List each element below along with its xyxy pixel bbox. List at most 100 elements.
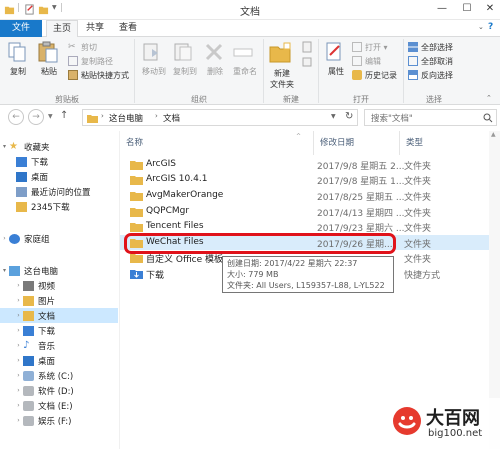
chevron-right-icon[interactable]: › [14,357,23,364]
rename-button[interactable]: 重命名 [231,41,259,77]
refresh-icon[interactable]: ↻ [345,111,353,122]
open-button[interactable]: 打开 ▾ [352,41,397,53]
nav-fav-recent[interactable]: 最近访问的位置 [0,184,118,199]
file-row[interactable]: ArcGIS 2017/9/8 星期五 2... 文件夹 [120,157,490,172]
desktop-icon [23,355,34,366]
chevron-right-icon[interactable]: › [14,387,23,394]
column-header-name[interactable]: 名称 [120,131,314,155]
minimize-button[interactable]: — [430,0,454,18]
cut-button[interactable]: ✂ 剪切 [68,41,129,53]
forward-button[interactable]: → [28,109,44,125]
nav-pc-videos[interactable]: › 视频 [0,278,118,293]
nav-pc-drive-c[interactable]: › 系统 (C:) [0,368,118,383]
tab-view[interactable]: 查看 [112,20,144,37]
close-button[interactable]: ✕ [478,0,500,18]
select-none-button[interactable]: 全部取消 [408,55,453,67]
open-label: 打开 ▾ [365,42,388,52]
invert-selection-label: 反向选择 [421,70,453,80]
column-header-date[interactable]: 修改日期 [314,131,400,155]
breadcrumb-documents[interactable]: 文档 [163,112,180,124]
chevron-right-icon[interactable]: › [14,372,23,379]
copy-path-button[interactable]: 复制路径 [68,55,129,67]
paste-shortcut-button[interactable]: 粘贴快捷方式 [68,69,129,81]
tab-file[interactable]: 文件 [0,20,42,37]
move-to-button[interactable]: 移动到 [140,41,168,77]
file-row[interactable]: QQPCMgr 2017/4/13 星期四 ... 文件夹 [120,204,490,219]
breadcrumb-chevron-icon[interactable]: › [155,112,158,120]
help-icon[interactable]: ? [488,22,493,32]
chevron-right-icon[interactable]: › [14,342,23,349]
tab-home[interactable]: 主页 [46,20,78,38]
watermark-brand: 大百网 [426,408,480,429]
search-box[interactable]: 搜索"文档" [364,109,497,126]
address-bar[interactable]: › 这台电脑 › 文档 ▼ ↻ [82,109,358,126]
tooltip-size: 大小: 779 MB [227,270,279,279]
select-all-label: 全部选择 [421,42,453,52]
properties-button[interactable]: 属性 [322,41,350,77]
nav-pc-pictures[interactable]: › 图片 [0,293,118,308]
nav-pc-drive-d[interactable]: › 软件 (D:) [0,383,118,398]
recent-locations-icon[interactable]: ▼ [48,113,53,120]
address-dropdown-icon[interactable]: ▼ [331,113,336,120]
chevron-down-icon[interactable]: ▾ [0,143,9,150]
chevron-right-icon[interactable]: › [0,235,9,242]
back-button[interactable]: ← [8,109,24,125]
nav-pc-music[interactable]: › ♪ 音乐 [0,338,118,353]
easy-access-icon [302,57,312,67]
videos-icon [23,280,34,291]
file-row[interactable]: Tencent Files 2017/9/23 星期六 ... 文件夹 [120,219,490,234]
chevron-right-icon[interactable]: › [14,312,23,319]
nav-pc-music-label: 音乐 [38,341,56,352]
search-icon [483,113,493,123]
edit-button[interactable]: 编辑 [352,55,397,67]
select-none-icon [408,56,418,66]
nav-this-pc[interactable]: ▾ 这台电脑 [0,263,118,278]
ribbon-expand-icon[interactable]: ⌄ [478,23,484,31]
paste-button[interactable]: 粘贴 [36,41,62,77]
maximize-button[interactable]: ☐ [455,0,479,18]
nav-pc-drive-e[interactable]: › 文档 (E:) [0,398,118,413]
nav-pc-drive-f[interactable]: › 娱乐 (F:) [0,413,118,428]
nav-favorites[interactable]: ▾ ★ 收藏夹 [0,139,118,154]
chevron-right-icon[interactable]: › [14,297,23,304]
nav-fav-downloads[interactable]: 下载 [0,154,118,169]
copy-to-button[interactable]: 复制到 [171,41,199,77]
invert-selection-button[interactable]: 反向选择 [408,69,453,81]
column-header-type[interactable]: 类型 [400,131,490,155]
breadcrumb-chevron-icon[interactable]: › [101,112,104,120]
new-folder-button[interactable]: 新建 文件夹 [266,41,298,90]
nav-pc-documents[interactable]: › 文档 [0,308,118,323]
nav-pc-documents-label: 文档 [38,311,56,322]
file-row[interactable]: AvgMakerOrange 2017/8/25 星期五 ... 文件夹 [120,188,490,203]
scroll-up-icon[interactable]: ▲ [491,131,496,138]
sort-indicator-icon: ^ [296,133,302,140]
chevron-right-icon[interactable]: › [14,417,23,424]
nav-fav-2345[interactable]: 2345下载 [0,199,118,214]
select-all-button[interactable]: 全部选择 [408,41,453,53]
up-arrow-icon[interactable]: ↑ [60,110,68,121]
nav-pc-videos-label: 视频 [38,281,56,292]
properties-label: 属性 [328,67,344,76]
new-item-button[interactable] [300,41,316,71]
breadcrumb-this-pc[interactable]: 这台电脑 [109,112,143,124]
paste-shortcut-icon [68,70,78,80]
delete-button[interactable]: 删除 [203,41,227,77]
nav-pc-desktop[interactable]: › 桌面 [0,353,118,368]
chevron-down-icon[interactable]: ▾ [0,267,9,274]
nav-homegroup[interactable]: › 家庭组 [0,231,118,246]
file-row[interactable]: ArcGIS 10.4.1 2017/9/8 星期五 1... 文件夹 [120,172,490,187]
chevron-right-icon[interactable]: › [14,402,23,409]
copy-button[interactable]: 复制 [6,41,30,77]
tab-share[interactable]: 共享 [80,20,110,37]
nav-fav-desktop[interactable]: 桌面 [0,169,118,184]
chevron-right-icon[interactable]: › [14,282,23,289]
recent-places-icon [16,186,27,197]
file-type: 文件夹 [404,193,432,203]
history-button[interactable]: 历史记录 [352,69,397,81]
nav-pc-downloads[interactable]: › 下载 [0,323,118,338]
copy-path-label: 复制路径 [81,56,113,66]
chevron-right-icon[interactable]: › [14,327,23,334]
delete-label: 删除 [207,67,223,76]
download-icon [16,156,27,167]
collapse-ribbon-icon[interactable]: ⌃ [486,94,492,102]
